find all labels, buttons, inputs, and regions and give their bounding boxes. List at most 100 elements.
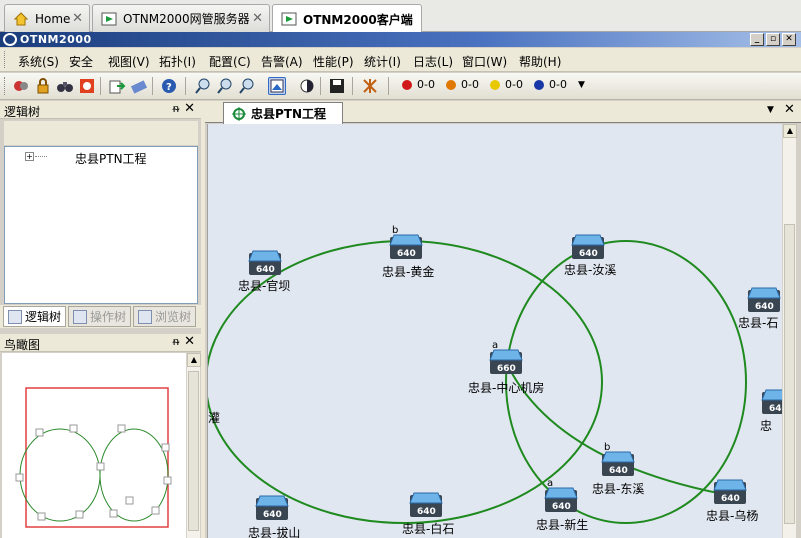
pin-icon[interactable]: ᵰ [173, 335, 179, 348]
device-top [571, 234, 605, 246]
topology-node[interactable]: 640 忠县-官坝 [238, 250, 290, 293]
splitter[interactable] [201, 101, 205, 538]
menu-system[interactable]: 系统(S) [18, 53, 59, 70]
close-icon[interactable]: ✕ [252, 11, 263, 26]
zoom-out-icon[interactable] [216, 77, 234, 95]
browser-tab-label: Home [35, 11, 71, 26]
zoom-fit-icon[interactable] [238, 77, 256, 95]
panel-title: 鸟瞰图 [4, 338, 41, 352]
lock-icon[interactable] [34, 77, 52, 95]
menu-security[interactable]: 安全 [69, 53, 93, 70]
topology-node[interactable]: 640 忠 [760, 389, 782, 433]
node-label: 忠县-官坝 [238, 278, 290, 293]
separator [352, 77, 353, 95]
node-label: 忠县-黄金 [382, 264, 434, 279]
topology-canvas[interactable]: 640 忠县-官坝 640 b 忠县-黄金 640 忠县-汝溪 640 忠县-石 660 a 忠县-中… [207, 124, 782, 538]
topology-node[interactable]: 660 a 忠县-中心机房 [468, 340, 544, 395]
menu-topology[interactable]: 拓扑(I) [159, 53, 196, 70]
scroll-up-icon[interactable]: ▲ [783, 124, 797, 138]
binoculars-icon[interactable] [56, 77, 74, 95]
browser-tab-label: OTNM2000客户端 [303, 12, 413, 27]
scroll-thumb[interactable] [188, 371, 199, 531]
alarm-warning[interactable]: 0-0 [534, 78, 567, 91]
document-tabs: 忠县PTN工程 ▼ ✕ [205, 101, 801, 124]
window-title: OTNM2000 [20, 33, 92, 46]
device-top [761, 389, 782, 401]
topology-node[interactable]: 640 忠县-白石 [402, 492, 454, 536]
tab-label: 忠县PTN工程 [251, 107, 327, 121]
port-label: b [392, 225, 398, 236]
topology-node[interactable]: 640 忠县-石 [738, 287, 781, 330]
menu-alarm[interactable]: 告警(A) [261, 53, 303, 70]
menu-help[interactable]: 帮助(H) [519, 53, 561, 70]
scroll-up-icon[interactable]: ▲ [187, 353, 201, 367]
topology-node[interactable]: 灌 [208, 411, 220, 425]
contrast-icon[interactable] [298, 77, 316, 95]
menu-window[interactable]: 窗口(W) [462, 53, 507, 70]
minor-alarm-icon [490, 79, 500, 90]
close-icon[interactable]: ✕ [784, 102, 795, 117]
close-icon[interactable]: ✕ [184, 334, 195, 349]
save-icon[interactable] [328, 77, 346, 95]
menu-performance[interactable]: 性能(P) [313, 53, 354, 70]
menu-statistics[interactable]: 统计(I) [364, 53, 401, 70]
tab-browse-tree[interactable]: 浏览树 [133, 306, 196, 327]
minimize-button[interactable]: _ [750, 33, 764, 46]
device-model: 640 [579, 249, 598, 259]
device-model: 660 [497, 364, 516, 374]
chevron-down-icon[interactable]: ▼ [767, 105, 774, 115]
device-top [489, 349, 523, 361]
port-label: b [604, 442, 610, 453]
alarm-major[interactable]: 0-0 [446, 78, 479, 91]
alarm-count: 0-0 [505, 78, 523, 91]
close-icon[interactable]: ✕ [72, 11, 83, 26]
menu-view[interactable]: 视图(V) [108, 53, 150, 70]
bird-view-header: 鸟瞰图 ᵰ ✕ [0, 334, 201, 352]
tab-operation-tree[interactable]: 操作树 [68, 306, 131, 327]
topology-node[interactable]: 640 b 忠县-黄金 [382, 225, 434, 279]
tab-label: 浏览树 [155, 310, 192, 324]
topology-node[interactable]: 640 忠县-拔山 [248, 495, 300, 538]
warning-alarm-icon [534, 79, 544, 90]
tab-label: 操作树 [90, 310, 127, 324]
app-window: Home ✕ OTNM2000网管服务器 ✕ OTNM2000客户端 OTNM2… [0, 0, 801, 538]
browser-tab-client[interactable]: OTNM2000客户端 [272, 4, 422, 33]
logic-tree: + 忠县PTN工程 [4, 146, 198, 304]
left-panel-tabs: 逻辑树 操作树 浏览树 [0, 305, 201, 328]
bird-view[interactable] [2, 353, 186, 538]
tab-label: 逻辑树 [25, 310, 62, 324]
bird-scrollbar[interactable]: ▲ [186, 353, 201, 538]
edit-icon[interactable] [130, 77, 148, 95]
scroll-thumb[interactable] [784, 224, 795, 524]
topology-node[interactable]: 640 忠县-乌杨 [706, 479, 758, 523]
browser-tab-home[interactable]: Home ✕ [4, 4, 90, 32]
port-label: a [492, 340, 498, 351]
tree-item-root[interactable]: 忠县PTN工程 [75, 150, 147, 167]
menu-config[interactable]: 配置(C) [209, 53, 251, 70]
tab-logic-tree[interactable]: 逻辑树 [3, 306, 66, 327]
restore-button[interactable]: ▫ [766, 33, 780, 46]
close-icon[interactable]: ✕ [184, 101, 195, 116]
chevron-down-icon[interactable]: ▼ [578, 80, 585, 90]
separator [100, 77, 101, 95]
tree-icon [8, 309, 22, 324]
close-window-button[interactable]: ✕ [782, 33, 796, 46]
export-icon[interactable] [108, 77, 126, 95]
svg-text:?: ? [166, 82, 172, 93]
alarm-minor[interactable]: 0-0 [490, 78, 523, 91]
topology-layout-icon[interactable] [361, 77, 379, 95]
alarm-sound-icon[interactable] [78, 77, 96, 95]
zoom-in-icon[interactable] [194, 77, 212, 95]
expand-icon[interactable]: + [25, 152, 34, 161]
bird-view-icon[interactable] [268, 77, 286, 95]
topology-icon [232, 106, 246, 121]
alarm-critical[interactable]: 0-0 [402, 78, 435, 91]
node-label: 忠 [760, 419, 772, 433]
menu-log[interactable]: 日志(L) [413, 53, 453, 70]
browser-tab-server[interactable]: OTNM2000网管服务器 ✕ [92, 4, 270, 32]
canvas-scrollbar[interactable]: ▲ [782, 124, 797, 538]
pin-icon[interactable]: ᵰ [173, 102, 179, 115]
help-icon[interactable]: ? [160, 77, 178, 95]
tab-topology-view[interactable]: 忠县PTN工程 [223, 102, 343, 124]
disconnect-icon[interactable] [12, 77, 30, 95]
